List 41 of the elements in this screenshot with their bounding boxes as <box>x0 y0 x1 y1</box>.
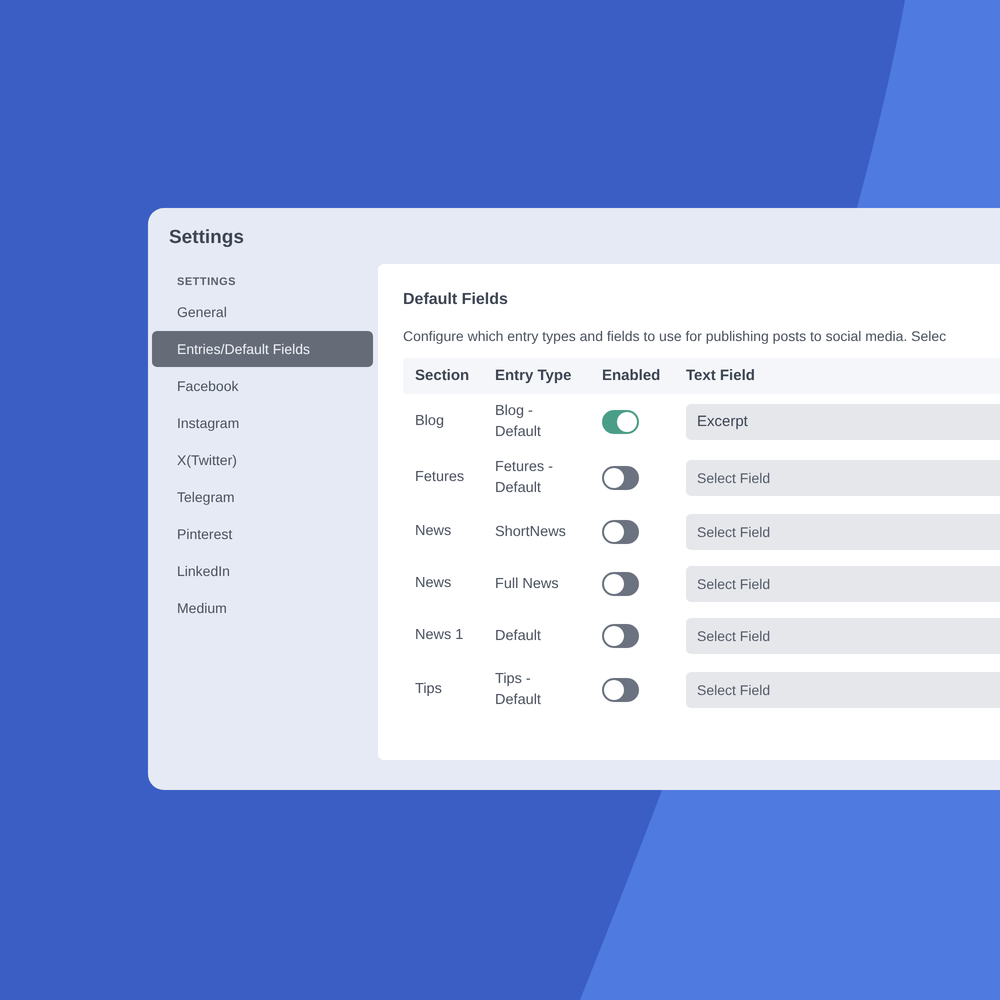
window-title: Settings <box>168 226 245 250</box>
table-cell-text: ShortNews <box>495 522 567 542</box>
toggle-switch[interactable] <box>602 624 639 648</box>
sidebar-item[interactable]: LinkedIn <box>152 553 373 589</box>
table-cell-text: News <box>415 574 452 594</box>
select-field[interactable]: Select Field <box>686 514 1000 550</box>
select-field[interactable]: Select Field <box>686 618 1000 654</box>
table-cell-text: Full News <box>495 574 560 594</box>
toggle-switch[interactable] <box>602 410 639 434</box>
sidebar-item[interactable]: Instagram <box>152 405 373 441</box>
select-field[interactable]: Select Field <box>686 672 1000 708</box>
table-cell-text: News 1 <box>415 626 464 646</box>
sidebar-item[interactable]: Facebook <box>152 368 373 404</box>
table-cell-text: Tips <box>415 680 443 700</box>
sidebar-item[interactable]: Medium <box>152 590 373 626</box>
toggle-switch[interactable] <box>602 466 639 490</box>
select-field[interactable]: Select Field <box>686 566 1000 602</box>
sidebar-item[interactable]: Entries/Default Fields <box>152 331 373 367</box>
table-cell-text: Tips - Default <box>495 670 542 710</box>
table-cell-text: Fetures - Default <box>495 458 554 498</box>
column-header: Enabled <box>602 366 662 386</box>
table-cell-text: Default <box>495 626 542 646</box>
column-header: Text Field <box>686 366 755 386</box>
sidebar-item[interactable]: General <box>152 294 373 330</box>
panel-title: Default Fields <box>403 290 509 310</box>
table-cell-text: Blog - Default <box>495 402 542 442</box>
select-field[interactable]: Select Field <box>686 460 1000 496</box>
panel-description: Configure which entry types and fields to use for publishing posts to social media. Selec <box>403 327 948 345</box>
sidebar-item[interactable]: Telegram <box>152 479 373 515</box>
table-cell-text: Blog <box>415 412 446 432</box>
table-cell-text: News <box>415 522 452 542</box>
column-header: Entry Type <box>495 366 572 386</box>
sidebar-item[interactable]: X(Twitter) <box>152 442 373 478</box>
toggle-switch[interactable] <box>602 520 639 544</box>
select-field[interactable]: Excerpt <box>686 404 1000 440</box>
column-header: Section <box>415 366 470 386</box>
toggle-switch[interactable] <box>602 572 639 596</box>
toggle-switch[interactable] <box>602 678 639 702</box>
table-cell-text: Fetures <box>415 468 466 488</box>
sidebar-item[interactable]: Pinterest <box>152 516 373 552</box>
sidebar-heading: SETTINGS <box>176 275 238 290</box>
